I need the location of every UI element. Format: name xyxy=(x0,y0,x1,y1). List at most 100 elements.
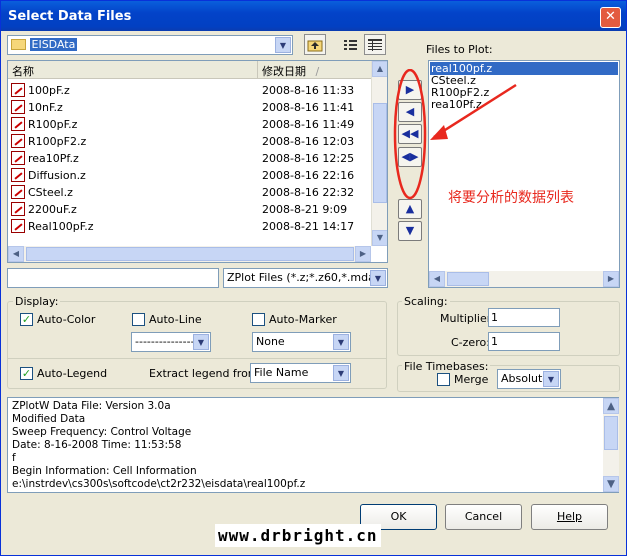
file-row[interactable]: 2200uF.z 2008-8-21 9:09 xyxy=(10,201,370,218)
date-header-label: 修改日期 xyxy=(262,65,306,78)
chevron-down-icon[interactable]: ▼ xyxy=(193,334,209,350)
scroll-left-icon[interactable]: ◀ xyxy=(429,271,445,287)
scroll-down-icon[interactable]: ▼ xyxy=(372,230,387,246)
timebases-label: File Timebases: xyxy=(402,360,491,373)
auto-legend-label: Auto-Legend xyxy=(37,367,108,380)
file-name: rea10Pf.z xyxy=(28,152,79,165)
zplot-file-icon xyxy=(11,219,25,233)
zplot-file-icon xyxy=(11,83,25,97)
file-date: 2008-8-16 22:16 xyxy=(262,169,355,182)
chevron-down-icon[interactable]: ▼ xyxy=(333,334,349,350)
czero-label: C-zero: xyxy=(451,336,490,349)
file-list[interactable]: 名称 修改日期 ∕ 100pF.z 2008-8-16 11:33 10nF.z… xyxy=(7,60,388,263)
file-name-input[interactable] xyxy=(7,268,219,288)
folder-up-icon[interactable] xyxy=(304,34,326,55)
file-date: 2008-8-16 11:49 xyxy=(262,118,355,131)
zplot-file-icon xyxy=(11,117,25,131)
zplot-file-icon xyxy=(11,202,25,216)
file-name: 2200uF.z xyxy=(28,203,77,216)
merge-checkbox[interactable] xyxy=(437,373,450,386)
folder-combo[interactable]: EISDAta ▼ xyxy=(7,35,293,55)
cancel-button[interactable]: Cancel xyxy=(445,504,522,530)
display-label: Display: xyxy=(13,295,61,308)
files-to-plot-label: Files to Plot: xyxy=(426,43,493,56)
file-row[interactable]: rea10Pf.z 2008-8-16 12:25 xyxy=(10,150,370,167)
details-view-icon[interactable] xyxy=(364,34,386,55)
hscroll-thumb[interactable] xyxy=(26,247,354,261)
multiplier-label: Multiplier: xyxy=(440,312,495,325)
file-row[interactable]: R100pF.z 2008-8-16 11:49 xyxy=(10,116,370,133)
chevron-down-icon[interactable]: ▼ xyxy=(543,371,559,387)
scroll-left-icon[interactable]: ◀ xyxy=(8,246,24,262)
folder-value: EISDAta xyxy=(29,38,78,51)
info-line: e:\instrdev\cs300s\softcode\ct2r232\eisd… xyxy=(12,478,306,490)
list-view-icon[interactable] xyxy=(340,34,362,55)
marker-combo[interactable]: None ▼ xyxy=(252,332,351,352)
file-list-vertical-scrollbar[interactable]: ▲ ▼ xyxy=(371,61,387,246)
file-row[interactable]: Real100pF.z 2008-8-21 14:17 xyxy=(10,218,370,235)
multiplier-input[interactable]: 1 xyxy=(488,308,560,327)
title-bar: Select Data Files ✕ xyxy=(1,1,626,31)
extract-legend-combo[interactable]: File Name ▼ xyxy=(250,363,351,383)
auto-marker-checkbox[interactable] xyxy=(252,313,265,326)
file-row[interactable]: CSteel.z 2008-8-16 22:32 xyxy=(10,184,370,201)
plot-list-horizontal-scrollbar[interactable]: ◀ ▶ xyxy=(429,271,619,287)
zplot-file-icon xyxy=(11,134,25,148)
auto-line-checkbox[interactable] xyxy=(132,313,145,326)
info-scroll-thumb[interactable] xyxy=(604,416,618,450)
info-line: Begin Information: Cell Information xyxy=(12,465,197,477)
file-info-box[interactable]: ZPlotW Data File: Version 3.0a Modified … xyxy=(7,397,619,493)
info-line: Modified Data xyxy=(12,413,86,425)
info-line: ZPlotW Data File: Version 3.0a xyxy=(12,400,171,412)
zplot-file-icon xyxy=(11,151,25,165)
file-name: 10nF.z xyxy=(28,101,63,114)
timebase-combo[interactable]: Absolute ▼ xyxy=(497,369,561,389)
file-name: Real100pF.z xyxy=(28,220,94,233)
file-row[interactable]: 100pF.z 2008-8-16 11:33 xyxy=(10,82,370,99)
scroll-thumb[interactable] xyxy=(373,103,387,203)
scroll-down-icon[interactable]: ▼ xyxy=(603,476,619,492)
file-name: Diffusion.z xyxy=(28,169,86,182)
move-down-button[interactable]: ▼ xyxy=(398,221,422,241)
scaling-label: Scaling: xyxy=(402,295,450,308)
scroll-up-icon[interactable]: ▲ xyxy=(603,398,619,414)
file-row[interactable]: 10nF.z 2008-8-16 11:41 xyxy=(10,99,370,116)
close-icon[interactable]: ✕ xyxy=(600,7,621,28)
merge-label: Merge xyxy=(454,373,489,386)
column-header-date[interactable]: 修改日期 ∕ xyxy=(258,61,371,79)
file-name: R100pF2.z xyxy=(28,135,87,148)
scroll-right-icon[interactable]: ▶ xyxy=(355,246,371,262)
column-header-name[interactable]: 名称 xyxy=(8,61,258,79)
marker-value: None xyxy=(256,335,285,348)
plot-hscroll-thumb[interactable] xyxy=(447,272,489,286)
line-style-value: --------------- xyxy=(135,335,195,348)
info-vertical-scrollbar[interactable]: ▲ ▼ xyxy=(603,398,619,492)
chevron-down-icon[interactable]: ▼ xyxy=(333,365,349,381)
file-row[interactable]: Diffusion.z 2008-8-16 22:16 xyxy=(10,167,370,184)
file-list-horizontal-scrollbar[interactable]: ◀ ▶ xyxy=(8,246,371,262)
file-date: 2008-8-21 9:09 xyxy=(262,203,348,216)
zplot-file-icon xyxy=(11,168,25,182)
line-style-combo[interactable]: --------------- ▼ xyxy=(131,332,211,352)
file-name: R100pF.z xyxy=(28,118,78,131)
auto-color-checkbox[interactable]: ✓ xyxy=(20,313,33,326)
scroll-right-icon[interactable]: ▶ xyxy=(603,271,619,287)
czero-input[interactable]: 1 xyxy=(488,332,560,351)
zplot-file-icon xyxy=(11,100,25,114)
auto-marker-label: Auto-Marker xyxy=(269,313,337,326)
file-row[interactable]: R100pF2.z 2008-8-16 12:03 xyxy=(10,133,370,150)
file-name: 100pF.z xyxy=(28,84,70,97)
timebase-value: Absolute xyxy=(501,372,550,385)
auto-legend-checkbox[interactable]: ✓ xyxy=(20,367,33,380)
chevron-down-icon[interactable]: ▼ xyxy=(275,37,291,53)
info-line: Sweep Frequency: Control Voltage xyxy=(12,426,192,438)
info-line: f xyxy=(12,452,16,464)
annotation-arrow-head xyxy=(430,125,448,140)
file-date: 2008-8-21 14:17 xyxy=(262,220,355,233)
watermark-text: www.drbright.cn xyxy=(215,524,381,547)
file-type-combo[interactable]: ZPlot Files (*.z;*.z60,*.mdat) ▼ xyxy=(223,268,388,288)
extract-legend-label: Extract legend from: xyxy=(149,367,263,380)
help-button[interactable]: Help xyxy=(531,504,608,530)
folder-icon xyxy=(11,39,26,50)
chevron-down-icon[interactable]: ▼ xyxy=(370,270,386,286)
